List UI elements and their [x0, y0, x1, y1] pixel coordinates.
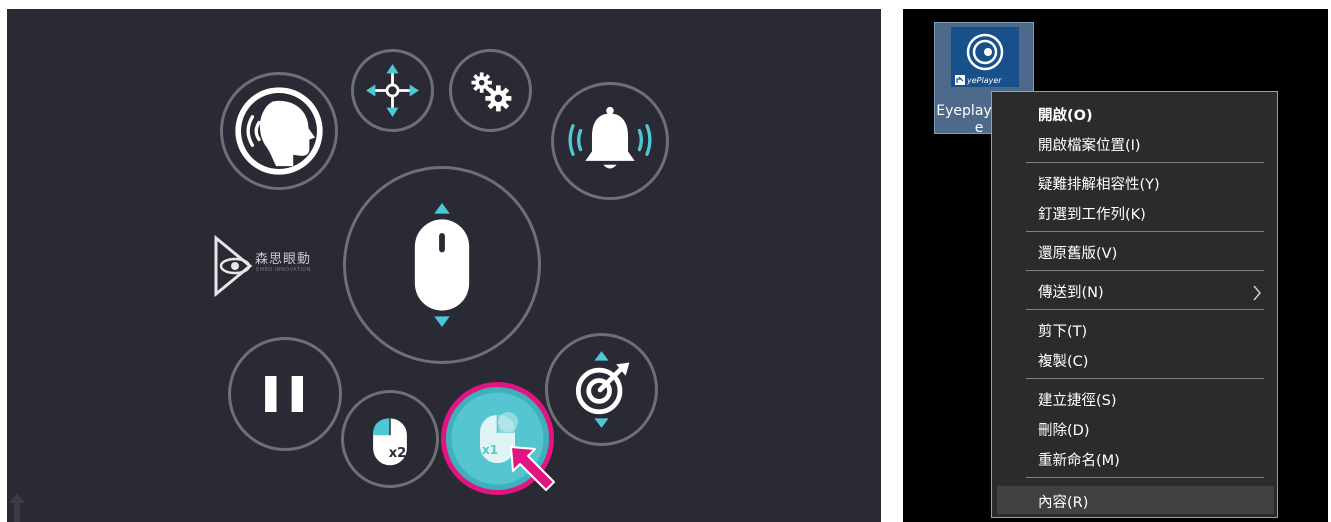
menu-item-open-file-location[interactable]: 開啟檔案位置(I) — [1038, 134, 1141, 155]
move-button[interactable] — [351, 49, 434, 132]
pause-button[interactable] — [228, 337, 342, 451]
scroll-button[interactable] — [343, 166, 541, 364]
menu-item-pin-to-taskbar[interactable]: 釘選到工作列(K) — [1038, 203, 1146, 224]
desktop-icon-label: Eyeplay e — [936, 103, 992, 136]
chevron-right-icon — [1253, 285, 1261, 301]
menu-item-properties[interactable]: 內容(R) — [1038, 491, 1088, 512]
menu-separator — [1026, 477, 1264, 478]
target-dart-icon — [575, 351, 630, 428]
menu-item-troubleshoot-compatibility[interactable]: 疑難排解相容性(Y) — [1038, 173, 1160, 194]
logo-eye-icon — [214, 234, 253, 298]
corner-arrow-icon — [9, 493, 25, 522]
gears-icon — [471, 72, 512, 112]
menu-separator — [1026, 231, 1264, 232]
bell-ringing-icon — [568, 106, 652, 169]
menu-item-rename[interactable]: 重新命名(M) — [1038, 449, 1120, 470]
target-button[interactable] — [545, 333, 658, 446]
double-click-button[interactable]: x2 — [341, 390, 439, 488]
menu-item-send-to[interactable]: 傳送到(N) — [1038, 281, 1104, 302]
menu-item-cut[interactable]: 剪下(T) — [1038, 320, 1087, 341]
pointer-arrow-icon — [510, 446, 555, 491]
mouse-scroll-icon — [414, 202, 470, 328]
single-click-label: x1 — [482, 443, 498, 457]
menu-item-copy[interactable]: 複製(C) — [1038, 350, 1088, 371]
speak-button[interactable] — [220, 72, 338, 190]
settings-button[interactable] — [449, 49, 532, 132]
eyeplayer-app-icon: yePlayer — [951, 27, 1019, 87]
speaking-head-icon — [235, 87, 323, 175]
brand-logo: 森思眼動 EMBO INNOVATION — [207, 234, 337, 304]
double-click-label: x2 — [389, 446, 407, 461]
menu-separator — [1026, 309, 1264, 310]
pause-icon — [265, 376, 303, 412]
menu-item-restore-previous-versions[interactable]: 還原舊版(V) — [1038, 242, 1117, 263]
context-menu: 開啟(O) 開啟檔案位置(I) 疑難排解相容性(Y) 釘選到工作列(K) 還原舊… — [991, 91, 1278, 518]
menu-separator — [1026, 378, 1264, 379]
menu-item-open[interactable]: 開啟(O) — [1038, 104, 1093, 125]
menu-item-create-shortcut[interactable]: 建立捷徑(S) — [1038, 389, 1117, 410]
icon-badge-text: yePlayer — [966, 76, 1002, 85]
mouse-double-click-icon: x2 — [373, 418, 407, 466]
logo-subtext: EMBO INNOVATION — [256, 267, 311, 273]
menu-separator — [1026, 162, 1264, 163]
menu-separator — [1026, 270, 1264, 271]
desktop-area: yePlayer Eyeplay e 開啟(O) 開啟檔案位置(I) 疑難排解相… — [903, 9, 1328, 522]
eye-control-overlay: 森思眼動 EMBO INNOVATION x2 x1 — [7, 9, 881, 522]
menu-item-delete[interactable]: 刪除(D) — [1038, 419, 1089, 440]
move-arrows-icon — [366, 64, 419, 117]
logo-text: 森思眼動 — [255, 252, 312, 267]
alert-button[interactable] — [551, 82, 669, 200]
